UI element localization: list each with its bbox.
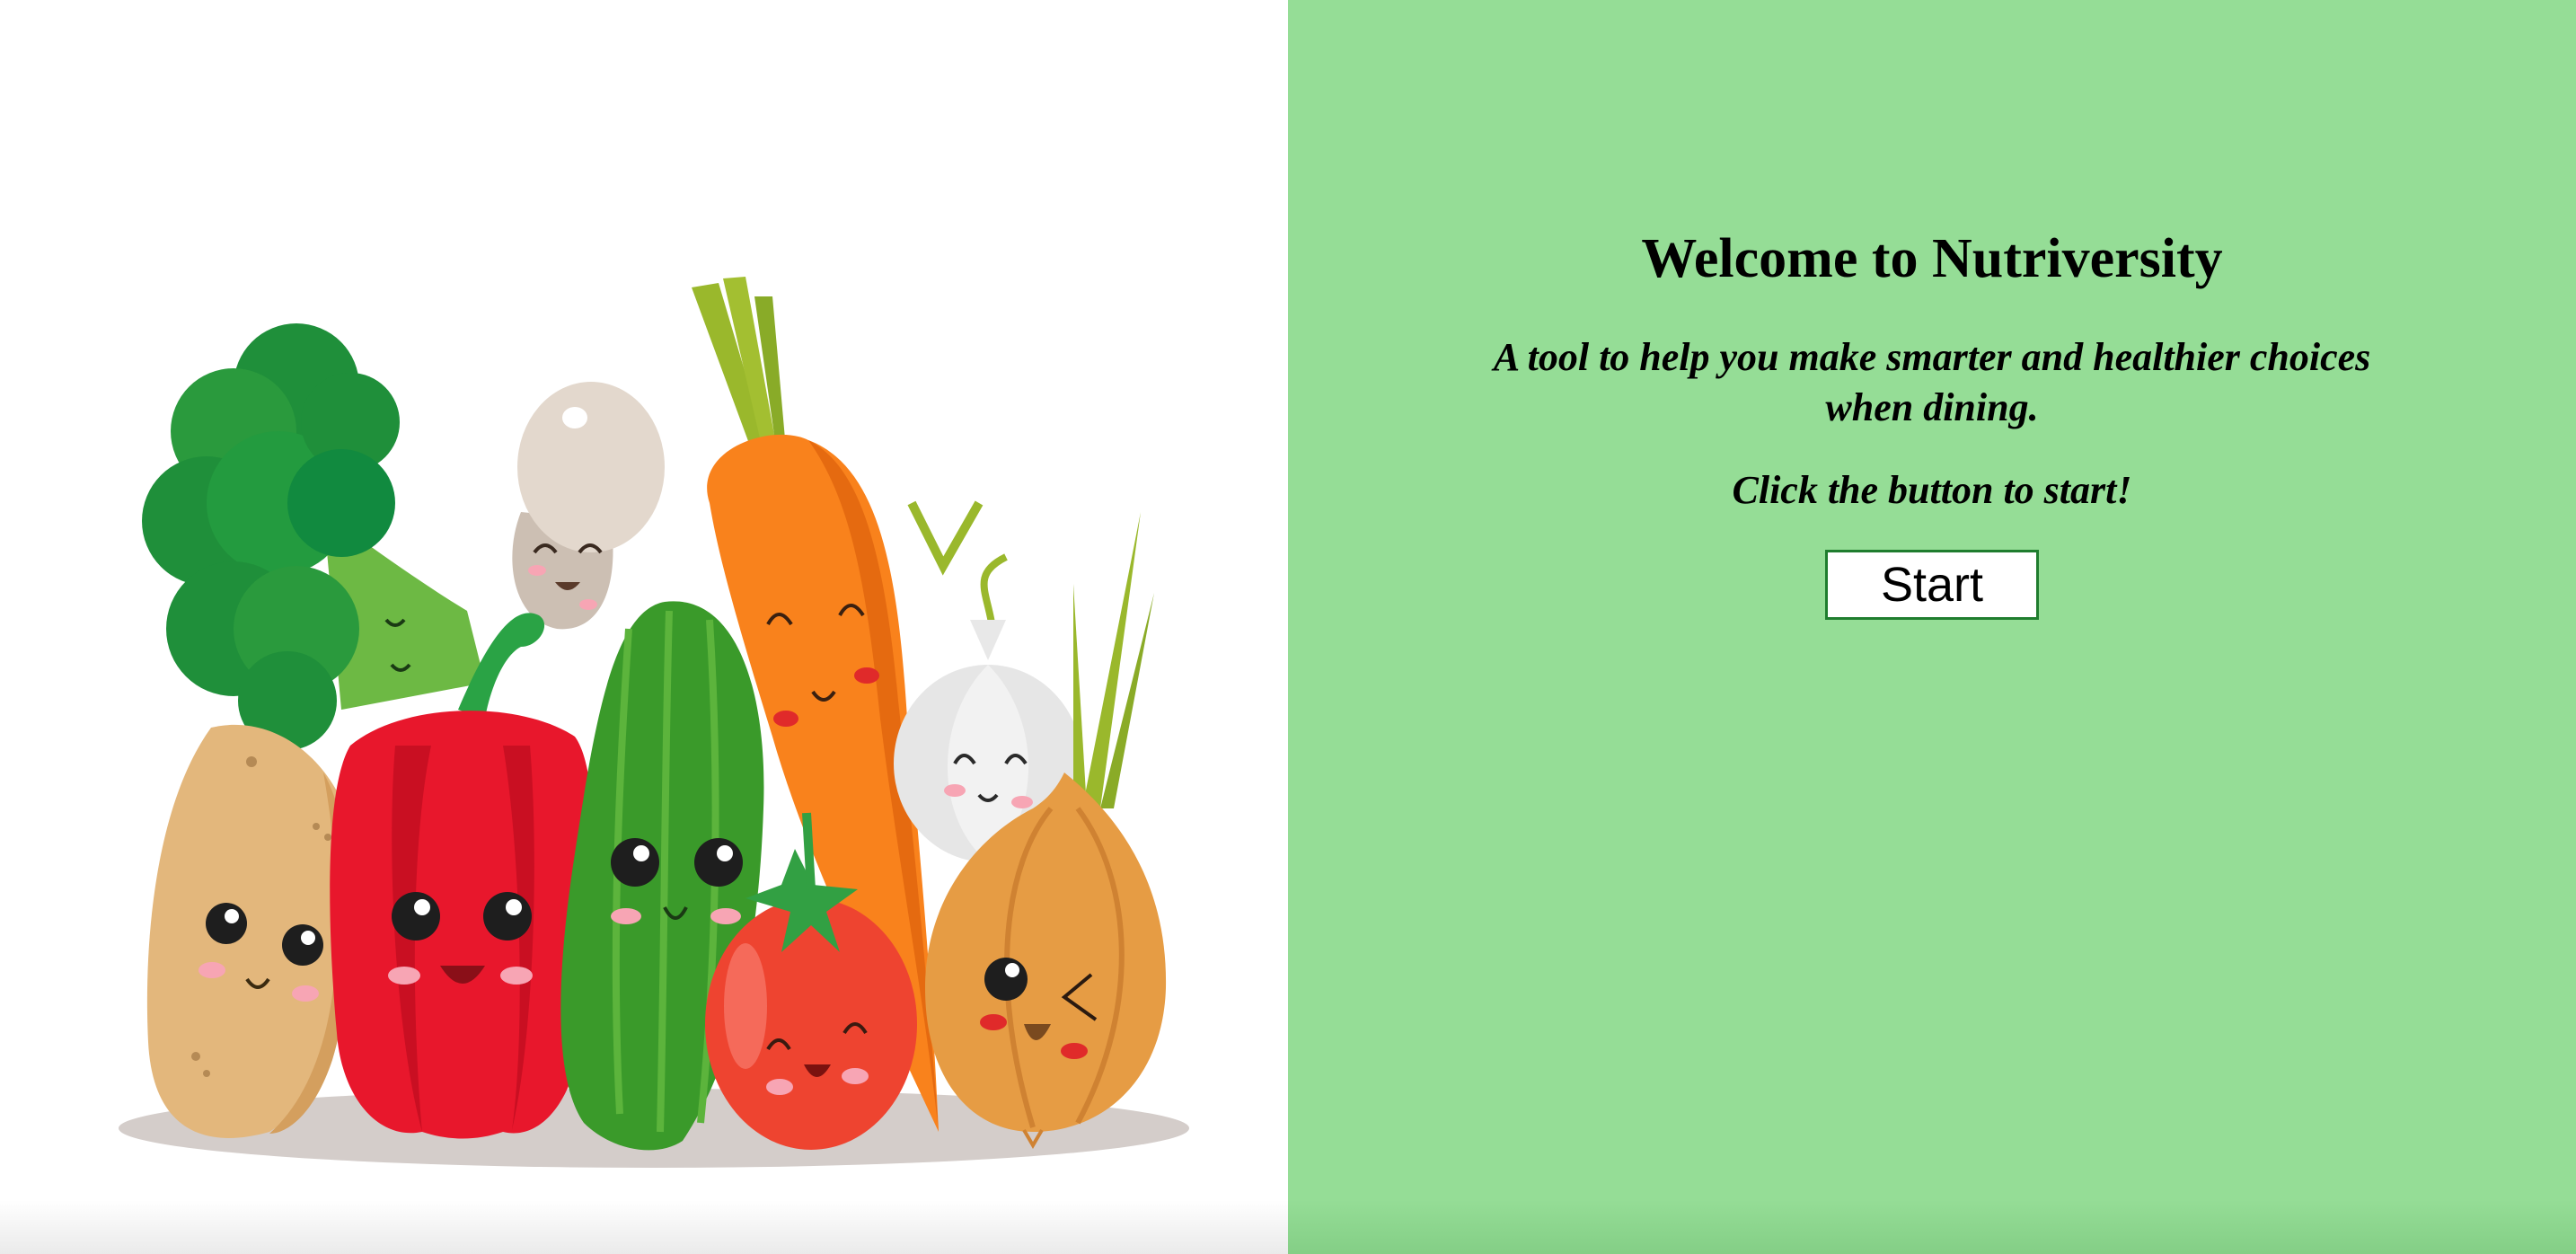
welcome-panel: Welcome to Nutriversity A tool to help y…	[1288, 0, 2576, 1254]
mushroom-illustration	[512, 382, 665, 630]
tagline-text: A tool to help you make smarter and heal…	[1493, 335, 2371, 429]
vegetables-illustration	[119, 277, 1189, 1168]
start-button[interactable]: Start	[1825, 550, 2039, 620]
broccoli-illustration	[142, 323, 485, 750]
page-title: Welcome to Nutriversity	[1641, 228, 2223, 289]
hero-image-panel	[0, 0, 1288, 1254]
onion-leaves-illustration	[1073, 512, 1154, 808]
bottom-fade	[0, 1200, 1288, 1254]
welcome-content: Welcome to Nutriversity A tool to help y…	[1288, 225, 2576, 620]
start-prompt-text: Click the button to start!	[1732, 468, 2132, 512]
potato-illustration	[146, 724, 359, 1138]
bottom-fade	[1288, 1200, 2576, 1254]
carrot-leaves-illustration	[692, 277, 786, 458]
